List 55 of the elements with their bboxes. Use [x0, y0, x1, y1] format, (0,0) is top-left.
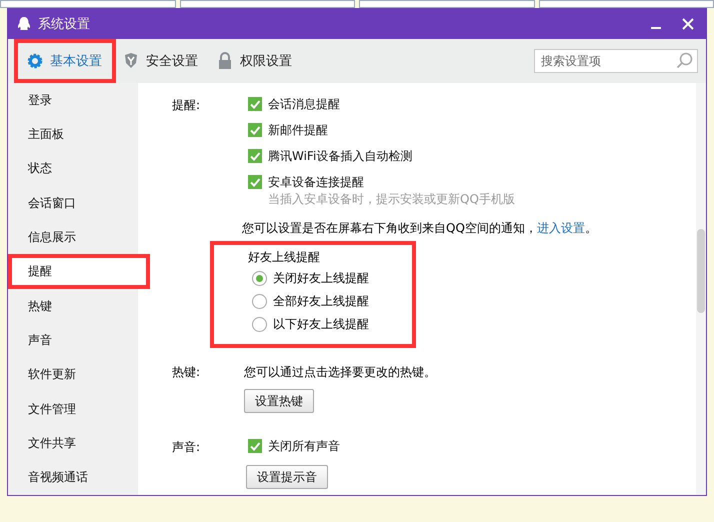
section-label: 提醒:	[172, 97, 202, 114]
gear-icon	[26, 52, 44, 70]
browser-tab[interactable]	[180, 0, 355, 8]
checkbox-label: 腾讯WiFi设备插入自动检测	[268, 148, 412, 164]
checkbox[interactable]	[248, 123, 262, 137]
sidebar-item[interactable]: 状态	[8, 152, 138, 186]
sidebar-item[interactable]: 主面板	[8, 117, 138, 152]
radio-button[interactable]	[252, 294, 267, 309]
sidebar-item[interactable]: 音视频通话	[8, 460, 138, 495]
window-title: 系统设置	[38, 16, 90, 33]
search-field[interactable]: 搜索设置项	[534, 49, 698, 73]
sidebar-item[interactable]: 软件更新	[8, 358, 138, 392]
checkbox-label: 新邮件提醒	[268, 122, 328, 138]
sidebar-item[interactable]: 提醒	[8, 254, 150, 290]
radio-label: 以下好友上线提醒	[273, 316, 369, 333]
radio-label: 全部好友上线提醒	[273, 293, 369, 310]
sidebar-item[interactable]: 文件管理	[8, 392, 138, 426]
settings-tab[interactable]: 基本设置	[14, 39, 116, 83]
sidebar-item[interactable]: 文件共享	[8, 426, 138, 461]
sidebar-item[interactable]: 会话窗口	[8, 186, 138, 220]
settings-tab[interactable]: 权限设置	[210, 39, 304, 83]
close-icon[interactable]	[682, 18, 694, 30]
hotkey-description: 您可以通过点击选择要更改的热键。	[244, 364, 436, 381]
qzone-notice-text: 您可以设置是否在屏幕右下角收到来自QQ空间的通知，进入设置。	[242, 218, 597, 238]
sidebar-item[interactable]: 登录	[8, 83, 138, 118]
checkbox[interactable]	[248, 149, 262, 163]
scrollbar[interactable]	[696, 83, 706, 495]
shield-icon	[122, 52, 140, 70]
section-label: 热键:	[172, 364, 202, 381]
radio-label: 关闭好友上线提醒	[273, 270, 369, 287]
set-hotkey-button[interactable]: 设置热键	[244, 389, 314, 413]
checkbox-label: 安卓设备连接提醒	[268, 174, 364, 190]
hint-text: 当插入安卓设备时，提示安装或更新QQ手机版	[267, 191, 516, 208]
lock-icon	[216, 52, 234, 70]
sidebar-item[interactable]: 声音	[8, 323, 138, 358]
browser-tab[interactable]	[359, 0, 534, 8]
set-sound-button[interactable]: 设置提示音	[246, 465, 328, 489]
section-label: 声音:	[172, 439, 202, 456]
checkbox[interactable]	[248, 439, 262, 453]
sidebar-item[interactable]: 信息展示	[8, 220, 138, 254]
checkbox-label: 会话消息提醒	[268, 96, 340, 112]
radio-button[interactable]	[252, 271, 267, 286]
sidebar-item[interactable]: 热键	[8, 289, 138, 324]
browser-tab[interactable]	[0, 0, 176, 8]
penguin-logo-icon	[16, 16, 32, 32]
enter-settings-link[interactable]: 进入设置	[536, 220, 585, 236]
group-title: 好友上线提醒	[248, 249, 321, 266]
checkbox[interactable]	[248, 97, 262, 111]
browser-tab[interactable]	[538, 0, 714, 8]
checkbox-label: 关闭所有声音	[268, 438, 340, 454]
scrollbar-thumb[interactable]	[697, 229, 705, 313]
checkbox[interactable]	[248, 175, 262, 189]
settings-tab[interactable]: 安全设置	[116, 39, 210, 83]
radio-button[interactable]	[252, 317, 267, 332]
search-icon[interactable]	[676, 52, 693, 69]
